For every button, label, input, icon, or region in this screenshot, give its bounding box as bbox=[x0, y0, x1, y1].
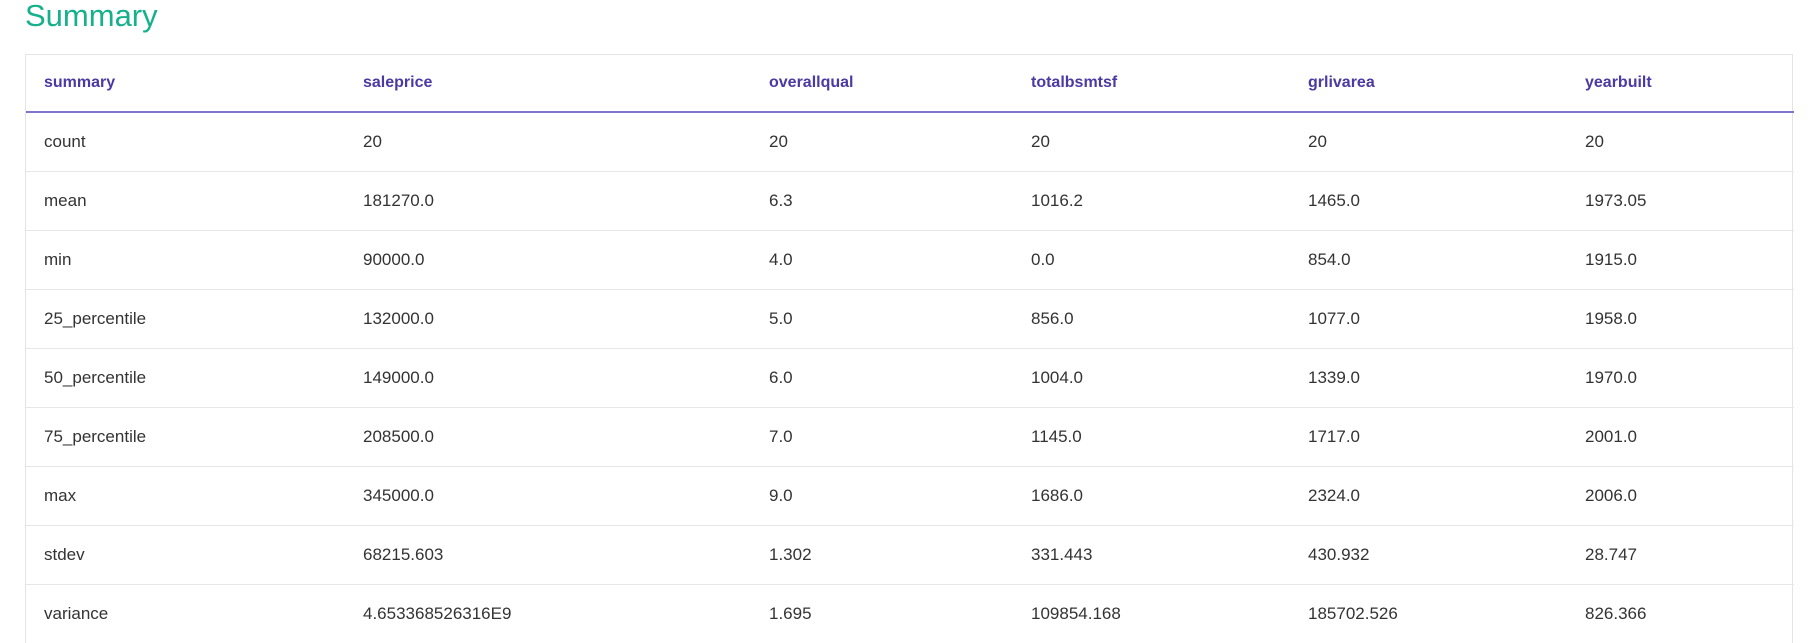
table-cell: 826.366 bbox=[1567, 584, 1794, 643]
table-cell: 6.0 bbox=[751, 348, 1013, 408]
row-label-cell: count bbox=[26, 112, 345, 172]
table-row: variance 4.653368526316E9 1.695 109854.1… bbox=[26, 584, 1794, 643]
table-cell: 149000.0 bbox=[345, 348, 751, 408]
column-header-saleprice[interactable]: saleprice bbox=[345, 55, 751, 113]
table-cell: 9.0 bbox=[751, 466, 1013, 526]
table-row: 25_percentile 132000.0 5.0 856.0 1077.0 … bbox=[26, 289, 1794, 349]
table-cell: 1973.05 bbox=[1567, 171, 1794, 231]
table-cell: 90000.0 bbox=[345, 230, 751, 290]
table-cell: 1717.0 bbox=[1290, 407, 1567, 467]
table-row: 75_percentile 208500.0 7.0 1145.0 1717.0… bbox=[26, 407, 1794, 467]
table-cell: 854.0 bbox=[1290, 230, 1567, 290]
table-cell: 1915.0 bbox=[1567, 230, 1794, 290]
table-cell: 430.932 bbox=[1290, 525, 1567, 585]
table-cell: 6.3 bbox=[751, 171, 1013, 231]
table-cell: 1958.0 bbox=[1567, 289, 1794, 349]
table-row: mean 181270.0 6.3 1016.2 1465.0 1973.05 bbox=[26, 171, 1794, 231]
column-header-yearbuilt[interactable]: yearbuilt bbox=[1567, 55, 1794, 113]
summary-table-container: summary saleprice overallqual totalbsmts… bbox=[25, 54, 1794, 643]
table-cell: 856.0 bbox=[1013, 289, 1290, 349]
row-label-cell: 25_percentile bbox=[26, 289, 345, 349]
table-cell: 109854.168 bbox=[1013, 584, 1290, 643]
table-cell: 185702.526 bbox=[1290, 584, 1567, 643]
table-cell: 331.443 bbox=[1013, 525, 1290, 585]
table-row: max 345000.0 9.0 1686.0 2324.0 2006.0 bbox=[26, 466, 1794, 526]
table-cell: 2324.0 bbox=[1290, 466, 1567, 526]
table-cell: 1970.0 bbox=[1567, 348, 1794, 408]
table-cell: 1145.0 bbox=[1013, 407, 1290, 467]
table-cell: 2006.0 bbox=[1567, 466, 1794, 526]
table-cell: 2001.0 bbox=[1567, 407, 1794, 467]
row-label-cell: stdev bbox=[26, 525, 345, 585]
table-cell: 1077.0 bbox=[1290, 289, 1567, 349]
table-cell: 1004.0 bbox=[1013, 348, 1290, 408]
summary-table: summary saleprice overallqual totalbsmts… bbox=[26, 55, 1794, 643]
table-cell: 1016.2 bbox=[1013, 171, 1290, 231]
table-body: count 20 20 20 20 20 mean 181270.0 6.3 1… bbox=[26, 112, 1794, 643]
table-cell: 20 bbox=[345, 112, 751, 172]
table-cell: 1.695 bbox=[751, 584, 1013, 643]
table-cell: 28.747 bbox=[1567, 525, 1794, 585]
table-row: 50_percentile 149000.0 6.0 1004.0 1339.0… bbox=[26, 348, 1794, 408]
table-cell: 181270.0 bbox=[345, 171, 751, 231]
row-label-cell: mean bbox=[26, 171, 345, 231]
table-cell: 5.0 bbox=[751, 289, 1013, 349]
table-cell: 345000.0 bbox=[345, 466, 751, 526]
table-cell: 1686.0 bbox=[1013, 466, 1290, 526]
column-header-grlivarea[interactable]: grlivarea bbox=[1290, 55, 1567, 113]
row-label-cell: min bbox=[26, 230, 345, 290]
section-title: Summary bbox=[25, 0, 158, 33]
table-cell: 0.0 bbox=[1013, 230, 1290, 290]
row-label-cell: max bbox=[26, 466, 345, 526]
summary-page: Summary summary saleprice overallqual to… bbox=[0, 0, 1818, 643]
row-label-cell: 75_percentile bbox=[26, 407, 345, 467]
column-header-summary[interactable]: summary bbox=[26, 55, 345, 113]
table-cell: 1.302 bbox=[751, 525, 1013, 585]
column-header-totalbsmtsf[interactable]: totalbsmtsf bbox=[1013, 55, 1290, 113]
table-cell: 20 bbox=[1290, 112, 1567, 172]
table-header: summary saleprice overallqual totalbsmts… bbox=[26, 55, 1794, 113]
table-header-row: summary saleprice overallqual totalbsmts… bbox=[26, 55, 1794, 113]
table-cell: 68215.603 bbox=[345, 525, 751, 585]
table-cell: 7.0 bbox=[751, 407, 1013, 467]
table-cell: 20 bbox=[1567, 112, 1794, 172]
table-cell: 20 bbox=[751, 112, 1013, 172]
table-cell: 4.653368526316E9 bbox=[345, 584, 751, 643]
row-label-cell: variance bbox=[26, 584, 345, 643]
table-row: min 90000.0 4.0 0.0 854.0 1915.0 bbox=[26, 230, 1794, 290]
table-cell: 1339.0 bbox=[1290, 348, 1567, 408]
table-cell: 1465.0 bbox=[1290, 171, 1567, 231]
table-cell: 20 bbox=[1013, 112, 1290, 172]
table-row: count 20 20 20 20 20 bbox=[26, 112, 1794, 172]
table-cell: 132000.0 bbox=[345, 289, 751, 349]
column-header-overallqual[interactable]: overallqual bbox=[751, 55, 1013, 113]
table-cell: 208500.0 bbox=[345, 407, 751, 467]
row-label-cell: 50_percentile bbox=[26, 348, 345, 408]
table-row: stdev 68215.603 1.302 331.443 430.932 28… bbox=[26, 525, 1794, 585]
table-cell: 4.0 bbox=[751, 230, 1013, 290]
